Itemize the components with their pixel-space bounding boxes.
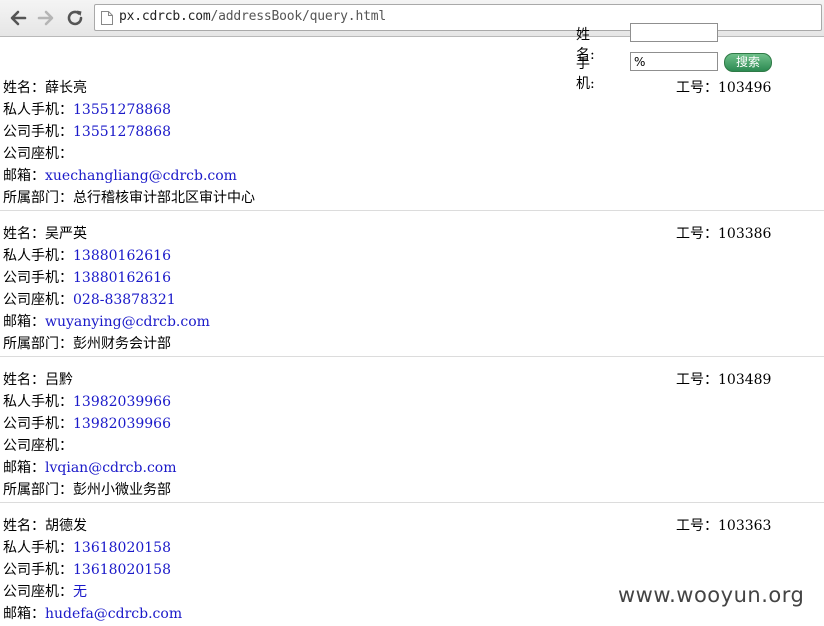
- url-text: px.cdrcb.com/addressBook/query.html: [119, 9, 386, 24]
- reload-icon[interactable]: [64, 7, 86, 29]
- landline-line: 公司座机：028-83878321: [3, 292, 176, 308]
- name-line: 姓名：吴严英: [3, 226, 87, 242]
- contact-name: 胡德发: [45, 518, 87, 534]
- watermark-text: www.wooyun.org: [618, 583, 805, 607]
- department-value: 彭州财务会计部: [73, 336, 171, 352]
- company-phone-link[interactable]: 13880162616: [73, 270, 171, 286]
- email-link[interactable]: hudefa@cdrcb.com: [45, 606, 182, 622]
- phone-search-input[interactable]: [630, 52, 718, 71]
- department-line: 所属部门：总行稽核审计部北区审计中心: [3, 190, 255, 206]
- email-line: 邮箱：xuechangliang@cdrcb.com: [3, 168, 237, 184]
- company-phone-link[interactable]: 13982039966: [73, 416, 171, 432]
- company-phone-link[interactable]: 13551278868: [73, 124, 171, 140]
- company-phone-line: 公司手机：13551278868: [3, 124, 171, 140]
- email-link[interactable]: lvqian@cdrcb.com: [45, 460, 176, 476]
- department-value: 彭州小微业务部: [73, 482, 171, 498]
- private-phone-line: 私人手机：13880162616: [3, 248, 171, 264]
- landline-line: 公司座机：: [3, 438, 73, 454]
- email-link[interactable]: wuyanying@cdrcb.com: [45, 314, 210, 330]
- private-phone-line: 私人手机：13982039966: [3, 394, 171, 410]
- name-line: 姓名：吕黔: [3, 372, 73, 388]
- landline-line: 公司座机：无: [3, 584, 87, 600]
- department-line: 所属部门：彭州小微业务部: [3, 482, 171, 498]
- email-line: 邮箱：wuyanying@cdrcb.com: [3, 314, 210, 330]
- name-line: 姓名：薛长亮: [3, 80, 87, 96]
- contact-name: 薛长亮: [45, 80, 87, 96]
- name-line: 姓名：胡德发: [3, 518, 87, 534]
- page-icon: [100, 10, 114, 26]
- email-line: 邮箱：lvqian@cdrcb.com: [3, 460, 177, 476]
- landline-link[interactable]: 无: [73, 584, 87, 600]
- company-phone-line: 公司手机：13880162616: [3, 270, 171, 286]
- forward-arrow-icon[interactable]: [35, 7, 57, 29]
- employee-number: 工号：103363: [676, 518, 772, 534]
- private-phone-link[interactable]: 13880162616: [73, 248, 171, 264]
- phone-search-label: 手机:: [576, 56, 595, 92]
- private-phone-link[interactable]: 13551278868: [73, 102, 171, 118]
- landline-line: 公司座机：: [3, 146, 73, 162]
- employee-number: 工号：103489: [676, 372, 772, 388]
- record-divider: [0, 210, 824, 211]
- email-link[interactable]: xuechangliang@cdrcb.com: [45, 168, 237, 184]
- employee-number: 工号：103496: [676, 80, 772, 96]
- record-divider: [0, 502, 824, 503]
- landline-link[interactable]: 028-83878321: [73, 292, 176, 308]
- record-divider: [0, 356, 824, 357]
- private-phone-link[interactable]: 13982039966: [73, 394, 171, 410]
- contact-name: 吴严英: [45, 226, 87, 242]
- back-arrow-icon[interactable]: [7, 7, 29, 29]
- name-search-input[interactable]: [630, 23, 718, 42]
- company-phone-link[interactable]: 13618020158: [73, 562, 171, 578]
- private-phone-line: 私人手机：13618020158: [3, 540, 171, 556]
- department-line: 所属部门：彭州财务会计部: [3, 336, 171, 352]
- company-phone-line: 公司手机：13618020158: [3, 562, 171, 578]
- private-phone-line: 私人手机：13551278868: [3, 102, 171, 118]
- email-line: 邮箱：hudefa@cdrcb.com: [3, 606, 183, 622]
- private-phone-link[interactable]: 13618020158: [73, 540, 171, 556]
- search-button[interactable]: 搜索: [724, 53, 772, 72]
- contact-name: 吕黔: [45, 372, 73, 388]
- department-value: 总行稽核审计部北区审计中心: [73, 190, 255, 206]
- company-phone-line: 公司手机：13982039966: [3, 416, 171, 432]
- employee-number: 工号：103386: [676, 226, 772, 242]
